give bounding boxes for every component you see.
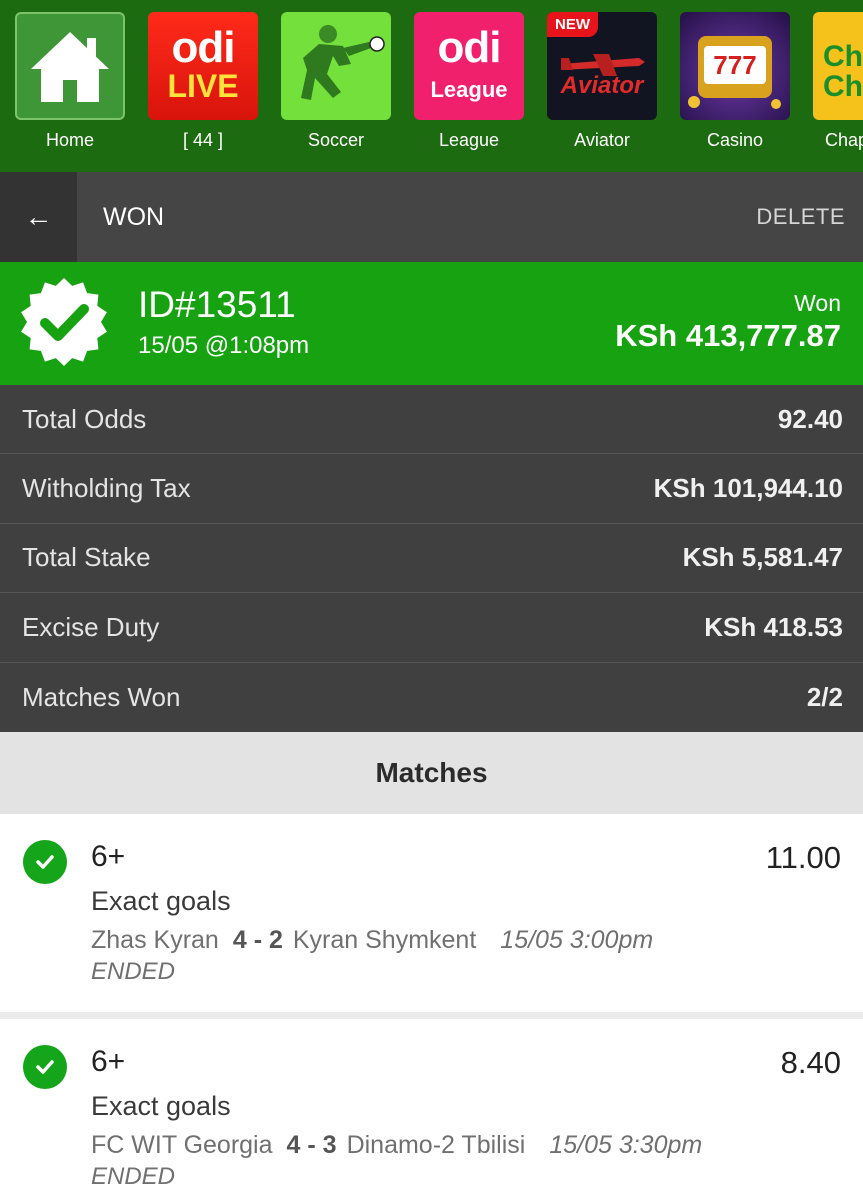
back-button[interactable]: ← [0, 172, 77, 262]
odi-live-logo-main: odi [171, 23, 236, 72]
odi-league-logo-main: odi [437, 23, 502, 72]
match-status: ENDED [91, 958, 176, 985]
delete-button[interactable]: DELETE [756, 172, 845, 262]
summary-row-withholding-tax: Witholding Tax KSh 101,944.10 [0, 454, 863, 524]
app-aviator-label: Aviator [574, 130, 630, 150]
app-chap[interactable]: Ch Ch Chap [813, 12, 863, 151]
app-casino-label: Casino [706, 130, 764, 150]
check-circle-icon [23, 1045, 67, 1089]
odi-live-logo-sub: LIVE [167, 68, 239, 104]
app-home-label: Home [45, 130, 94, 150]
bet-result-banner: ID#13511 15/05 @1:08pm Won KSh 413,777.8… [0, 262, 863, 385]
summary-label: Matches Won [22, 681, 181, 712]
soccer-tile [281, 12, 391, 120]
summary-label: Excise Duty [22, 611, 160, 642]
match-pick: 6+ [91, 1045, 126, 1078]
matches-section-title: Matches [0, 732, 863, 814]
win-amount: KSh 413,777.87 [615, 318, 841, 353]
match-time: 15/05 3:30pm [549, 1131, 703, 1159]
slot-reels: 777 [713, 50, 756, 80]
summary-value: KSh 101,944.10 [653, 473, 843, 504]
app-league-label: League [438, 130, 500, 150]
bet-id: ID#13511 [138, 284, 296, 325]
away-team: Dinamo-2 Tbilisi [346, 1131, 526, 1159]
app-chap-label: Chap [825, 130, 863, 150]
back-arrow-icon: ← [24, 201, 53, 232]
app-casino[interactable]: 777 Casino [680, 12, 790, 151]
summary-label: Total Odds [22, 403, 147, 434]
match-teams: FC WIT Georgia 4 - 3 Dinamo-2 Tbilisi 15/05… [91, 1131, 702, 1160]
match-item[interactable]: 6+ 11.00 Exact goals Zhas Kyran 4 - 2 Kyra… [0, 814, 863, 1012]
app-shortcut-bar: Home odi LIVE [ 44 ] Soccer odi League L… [0, 0, 863, 172]
slot-machine-icon: 777 [688, 36, 781, 109]
bet-detail-header: ← WON DELETE [0, 172, 863, 262]
match-score: 4 - 3 [286, 1131, 337, 1159]
away-team: Kyran Shymkent [292, 926, 477, 954]
match-market: Exact goals [91, 886, 231, 916]
summary-value: KSh 5,581.47 [682, 542, 843, 573]
match-score: 4 - 2 [232, 926, 283, 954]
home-team: Zhas Kyran [91, 926, 219, 954]
match-divider [0, 1012, 863, 1019]
chap-tile: Ch Ch [813, 12, 863, 120]
summary-row-total-odds: Total Odds 92.40 [0, 385, 863, 455]
home-team: FC WIT Georgia [91, 1131, 273, 1159]
chap-logo: Ch Ch [823, 40, 863, 103]
odi-league-logo-sub: League [430, 77, 508, 102]
match-teams: Zhas Kyran 4 - 2 Kyran Shymkent 15/05 3:00p… [91, 926, 653, 955]
match-odds: 11.00 [765, 840, 841, 875]
summary-value: 92.40 [777, 403, 843, 434]
soccer-player-icon [301, 25, 385, 100]
app-home[interactable]: Home [15, 12, 125, 151]
home-tile [15, 12, 125, 120]
app-live-count-label: [ 44 ] [182, 130, 224, 150]
bet-date: 15/05 @1:08pm [138, 332, 310, 359]
home-icon [31, 32, 109, 102]
match-time: 15/05 3:00pm [500, 926, 654, 954]
match-status: ENDED [91, 1163, 176, 1190]
summary-row-total-stake: Total Stake KSh 5,581.47 [0, 524, 863, 594]
match-pick: 6+ [91, 840, 126, 873]
summary-row-matches-won: Matches Won 2/2 [0, 663, 863, 732]
aviator-tile: NEW Aviator [547, 12, 657, 120]
page-title: WON [103, 203, 165, 231]
bet-summary-table: Total Odds 92.40 Witholding Tax KSh 101,… [0, 385, 863, 732]
odi-live-tile: odi LIVE [148, 12, 258, 120]
match-odds: 8.40 [780, 1045, 841, 1080]
check-circle-icon [23, 840, 67, 884]
casino-tile: 777 [680, 12, 790, 120]
bet-status: Won [794, 290, 841, 316]
summary-row-excise-duty: Excise Duty KSh 418.53 [0, 593, 863, 663]
app-aviator[interactable]: NEW Aviator Aviator [547, 12, 657, 151]
app-soccer-label: Soccer [307, 130, 365, 150]
summary-value: 2/2 [806, 681, 843, 712]
summary-label: Witholding Tax [22, 473, 191, 504]
summary-label: Total Stake [22, 542, 151, 573]
app-soccer[interactable]: Soccer [281, 12, 391, 151]
aviator-logo: Aviator [560, 72, 644, 99]
summary-value: KSh 418.53 [704, 611, 843, 642]
match-market: Exact goals [91, 1091, 231, 1121]
odi-league-tile: odi League [414, 12, 524, 120]
match-item[interactable]: 6+ 8.40 Exact goals FC WIT Georgia 4 - 3 D… [0, 1019, 863, 1200]
verified-check-badge-icon [21, 278, 107, 366]
app-odi-live[interactable]: odi LIVE [ 44 ] [148, 12, 258, 151]
app-odi-league[interactable]: odi League League [414, 12, 524, 151]
